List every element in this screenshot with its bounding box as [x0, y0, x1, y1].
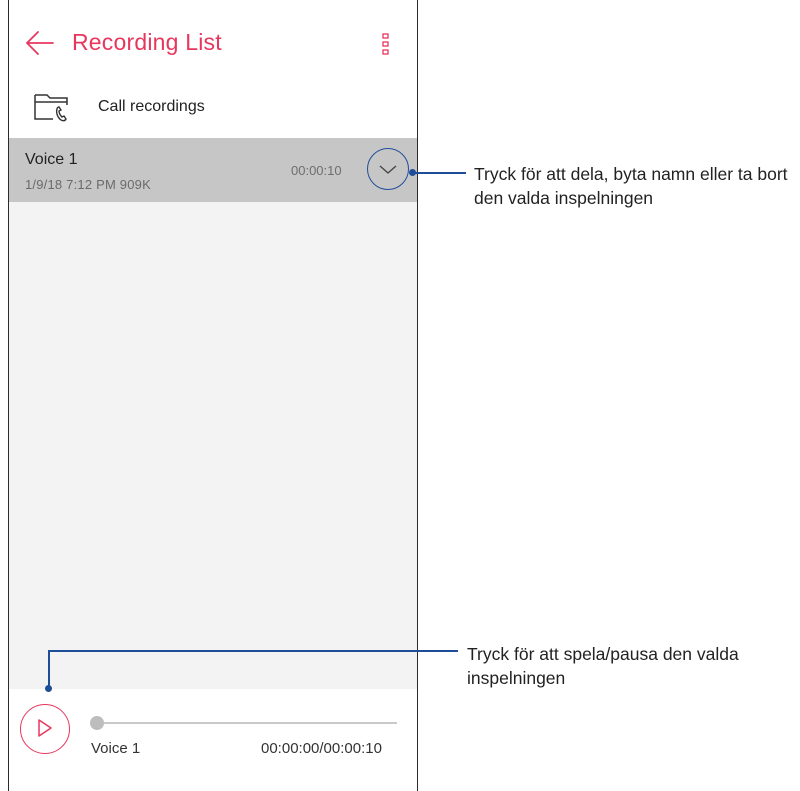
phone-screen: Recording List Call recordings Voice 1 1…: [8, 0, 418, 791]
folder-label: Call recordings: [98, 98, 205, 115]
callout-leader-line: [48, 650, 50, 688]
callout-leader-line: [413, 172, 466, 174]
more-vert-icon[interactable]: [379, 32, 393, 56]
player-time: 00:00:00/00:00:10: [261, 740, 382, 757]
list-item[interactable]: Voice 1 1/9/18 7:12 PM 909K 00:00:10: [9, 138, 417, 202]
call-recordings-folder[interactable]: Call recordings: [9, 86, 417, 138]
chevron-down-icon: [379, 165, 397, 174]
recording-duration: 00:00:10: [291, 163, 342, 178]
callout-leader-line: [48, 650, 458, 652]
play-pause-button[interactable]: [20, 704, 70, 754]
progress-track[interactable]: [95, 722, 397, 724]
recording-meta: 1/9/18 7:12 PM 909K: [25, 177, 151, 192]
play-icon: [38, 719, 52, 737]
player-bar: Voice 1 00:00:00/00:00:10: [9, 689, 417, 791]
callout-expand: Tryck för att dela, byta namn eller ta b…: [474, 164, 788, 208]
expand-options-button[interactable]: [367, 148, 409, 190]
page-title: Recording List: [72, 29, 222, 55]
arrow-left-icon[interactable]: [25, 30, 55, 56]
call-folder-icon: [34, 94, 68, 122]
recording-name: Voice 1: [25, 151, 78, 168]
player-recording-name: Voice 1: [91, 740, 141, 757]
progress-thumb[interactable]: [90, 716, 104, 730]
app-bar: Recording List: [9, 0, 417, 86]
recording-list: Voice 1 1/9/18 7:12 PM 909K 00:00:10: [9, 138, 417, 689]
callout-play: Tryck för att spela/pausa den valda insp…: [467, 644, 739, 688]
